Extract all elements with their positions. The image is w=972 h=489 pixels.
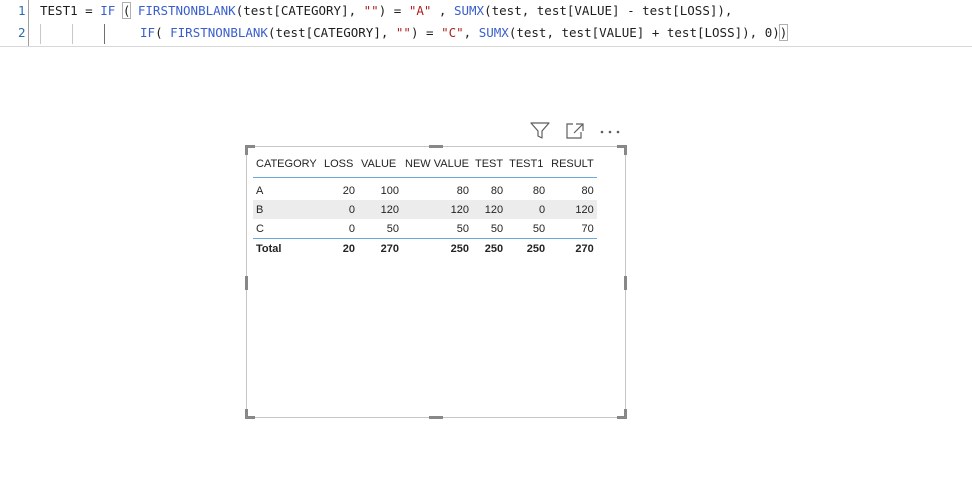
- code-string: "": [395, 25, 411, 40]
- cell-category: A: [256, 184, 264, 197]
- code-line-2[interactable]: IF( FIRSTNONBLANK(test[CATEGORY], "") = …: [140, 22, 789, 44]
- cell-loss: 0: [321, 200, 358, 219]
- resize-handle-bottom-left[interactable]: [245, 409, 255, 419]
- table-row[interactable]: A 20 100 80 80 80 80: [253, 178, 597, 201]
- code-keyword: IF: [140, 25, 156, 40]
- total-test1: 250: [506, 238, 549, 258]
- code-text: (test, test[VALUE] - test[LOSS]),: [484, 3, 733, 18]
- cell-result: 80: [581, 184, 594, 197]
- matched-bracket: ): [778, 24, 789, 41]
- resize-handle-left[interactable]: [245, 276, 248, 290]
- more-options-icon[interactable]: [599, 120, 621, 142]
- indent-guide: [40, 24, 41, 44]
- code-keyword: IF: [100, 3, 116, 18]
- cell-result: 70: [581, 222, 594, 235]
- cell-new-value: 80: [456, 184, 469, 197]
- data-table: CATEGORY LOSS VALUE NEW VALUE TEST TEST1…: [253, 151, 597, 258]
- total-loss: 20: [321, 238, 358, 258]
- resize-handle-bottom[interactable]: [429, 416, 443, 419]
- line-number: 2: [18, 25, 26, 40]
- cell-test1: 50: [532, 222, 546, 235]
- code-text: (: [155, 25, 171, 40]
- code-keyword: FIRSTNONBLANK: [170, 25, 268, 40]
- table-header-row: CATEGORY LOSS VALUE NEW VALUE TEST TEST1…: [253, 151, 597, 178]
- filter-icon[interactable]: [529, 120, 551, 142]
- total-result: 270: [548, 238, 597, 258]
- resize-handle-bottom-right[interactable]: [617, 409, 627, 419]
- cell-test: 50: [490, 222, 504, 235]
- code-text: (test, test[VALUE] + test[LOSS]), 0): [508, 25, 780, 40]
- code-keyword: FIRSTNONBLANK: [137, 3, 236, 18]
- code-string: "A": [408, 3, 432, 18]
- column-header-test1[interactable]: TEST1: [506, 151, 549, 178]
- resize-handle-top[interactable]: [429, 145, 443, 148]
- resize-handle-top-right[interactable]: [617, 145, 627, 155]
- line-number: 1: [18, 3, 26, 18]
- code-text: ) =: [410, 25, 442, 40]
- code-text: (test[CATEGORY],: [267, 25, 396, 40]
- cell-value: 50: [386, 222, 399, 235]
- cell-test: 80: [490, 184, 504, 197]
- total-value: 270: [358, 238, 402, 258]
- code-text: TEST1 =: [40, 3, 101, 18]
- cell-test: 120: [472, 200, 507, 219]
- cell-loss: 20: [342, 184, 355, 197]
- total-label: Total: [253, 238, 321, 258]
- code-text: ,: [463, 25, 479, 40]
- cell-category: C: [256, 222, 264, 235]
- cell-value: 120: [358, 200, 402, 219]
- code-text: ,: [431, 3, 454, 18]
- table-row[interactable]: C 0 50 50 50 50 70: [253, 219, 597, 239]
- code-text: (test[CATEGORY],: [235, 3, 364, 18]
- focus-mode-icon[interactable]: [564, 120, 586, 142]
- column-header-value[interactable]: VALUE: [358, 151, 402, 178]
- cell-test1: 80: [532, 184, 546, 197]
- cell-category: B: [253, 200, 321, 219]
- total-new-value: 250: [402, 238, 472, 258]
- column-header-loss[interactable]: LOSS: [321, 151, 358, 178]
- table-total-row[interactable]: Total 20 270 250 250 250 270: [253, 238, 597, 258]
- cell-test1: 0: [506, 200, 549, 219]
- total-test: 250: [472, 238, 507, 258]
- indent-guide: [104, 24, 105, 44]
- cell-result: 120: [548, 200, 597, 219]
- column-header-result[interactable]: RESULT: [548, 151, 597, 178]
- indent-guide: [72, 24, 73, 44]
- resize-handle-right[interactable]: [624, 276, 627, 290]
- cell-new-value: 50: [456, 222, 469, 235]
- code-string: "C": [441, 25, 464, 40]
- code-line-1[interactable]: TEST1 = IF ( FIRSTNONBLANK(test[CATEGORY…: [40, 0, 732, 22]
- code-text: ) =: [378, 3, 409, 18]
- code-keyword: SUMX: [453, 3, 485, 18]
- cell-new-value: 120: [402, 200, 472, 219]
- table-visual[interactable]: CATEGORY LOSS VALUE NEW VALUE TEST TEST1…: [245, 145, 627, 419]
- column-header-new-value[interactable]: NEW VALUE: [402, 151, 472, 178]
- line-number-gutter: 1 2: [0, 0, 29, 46]
- column-header-category[interactable]: CATEGORY: [253, 151, 321, 178]
- code-keyword: SUMX: [478, 25, 509, 40]
- table-row[interactable]: B 0 120 120 120 0 120: [253, 200, 597, 219]
- cell-value: 100: [380, 184, 399, 197]
- dax-formula-editor[interactable]: 1 2 TEST1 = IF ( FIRSTNONBLANK(test[CATE…: [0, 0, 972, 47]
- code-string: "": [363, 3, 379, 18]
- column-header-test[interactable]: TEST: [472, 151, 507, 178]
- cell-loss: 0: [348, 222, 355, 235]
